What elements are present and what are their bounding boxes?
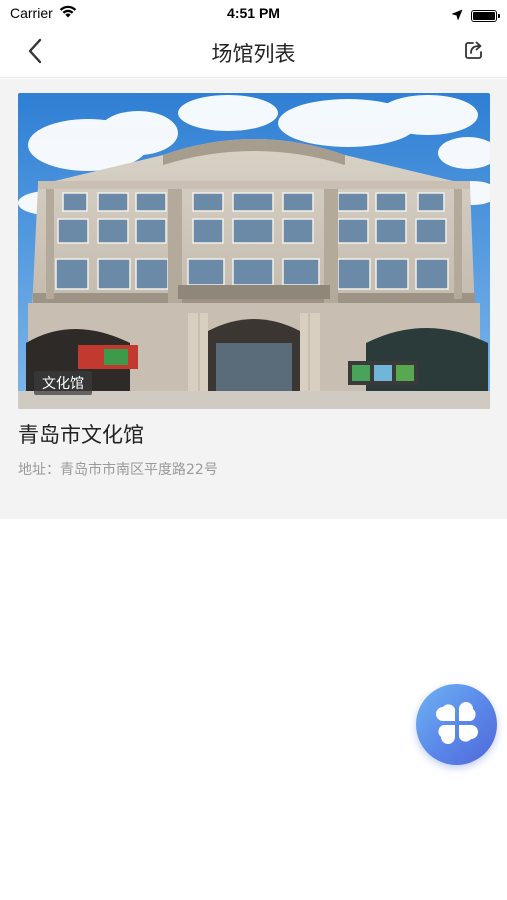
venue-category-tag: 文化馆 xyxy=(34,371,92,395)
venue-photo: 文化馆 xyxy=(18,93,490,409)
four-petal-menu-icon xyxy=(434,700,480,750)
share-button[interactable] xyxy=(461,39,487,65)
share-icon xyxy=(463,39,485,65)
status-bar: Carrier 4:51 PM xyxy=(0,0,507,26)
navigation-bar: 场馆列表 xyxy=(0,26,507,78)
status-right xyxy=(451,6,500,25)
page-title: 场馆列表 xyxy=(211,42,296,66)
venue-address: 地址：青岛市市南区平度路22号 xyxy=(18,462,218,478)
location-arrow-icon xyxy=(451,6,463,25)
battery-level xyxy=(473,11,495,20)
status-time: 4:51 PM xyxy=(227,5,280,21)
venue-card[interactable]: 文化馆 青岛市文化馆 地址：青岛市市南区平度路22号 xyxy=(18,93,490,479)
venue-list: 文化馆 青岛市文化馆 地址：青岛市市南区平度路22号 xyxy=(0,79,507,519)
battery-icon xyxy=(471,9,500,22)
venue-name: 青岛市文化馆 xyxy=(18,423,144,447)
floating-menu-button[interactable] xyxy=(416,684,497,765)
